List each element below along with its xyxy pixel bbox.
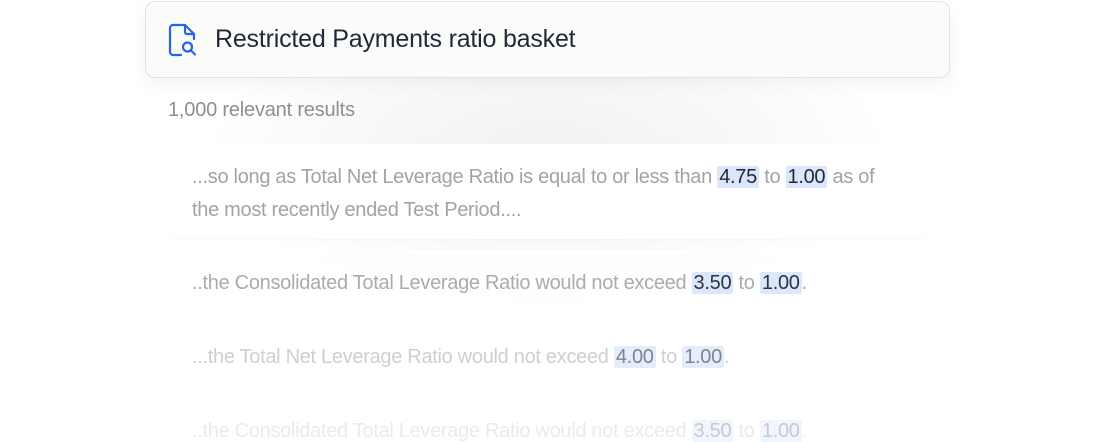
result-text: . [801, 420, 808, 442]
ratio-highlight: 4.00 [613, 346, 656, 368]
result-text: . [723, 346, 730, 368]
result-card[interactable]: ..the Consolidated Total Leverage Ratio … [168, 250, 928, 313]
result-text: ...the Total Net Leverage Ratio would no… [192, 346, 614, 368]
results-panel: Restricted Payments ratio basket 1,000 r… [0, 0, 1096, 442]
result-text: to [758, 166, 786, 188]
ratio-highlight: 4.75 [717, 166, 759, 188]
result-text: ..the Consolidated Total Leverage Ratio … [192, 420, 692, 442]
search-bar[interactable]: Restricted Payments ratio basket [145, 1, 950, 78]
result-card[interactable]: ...so long as Total Net Leverage Ratio i… [168, 144, 928, 239]
result-text: to [655, 346, 683, 368]
result-card[interactable]: ..the Consolidated Total Leverage Ratio … [168, 398, 928, 442]
ratio-highlight: 3.50 [691, 420, 734, 442]
result-text: . [801, 272, 808, 294]
ratio-highlight: 1.00 [682, 346, 724, 368]
document-search-icon [168, 23, 198, 57]
result-text: to [733, 272, 760, 294]
ratio-highlight: 1.00 [759, 420, 802, 442]
result-text: to [733, 420, 760, 442]
results-count: 1,000 relevant results [168, 99, 355, 121]
search-query[interactable]: Restricted Payments ratio basket [215, 25, 576, 54]
result-card[interactable]: ...the Total Net Leverage Ratio would no… [168, 324, 928, 387]
result-text: ...so long as Total Net Leverage Ratio i… [192, 166, 718, 188]
result-text: ..the Consolidated Total Leverage Ratio … [192, 272, 692, 294]
ratio-highlight: 1.00 [759, 272, 802, 294]
ratio-highlight: 1.00 [785, 166, 828, 188]
ratio-highlight: 3.50 [691, 272, 734, 294]
